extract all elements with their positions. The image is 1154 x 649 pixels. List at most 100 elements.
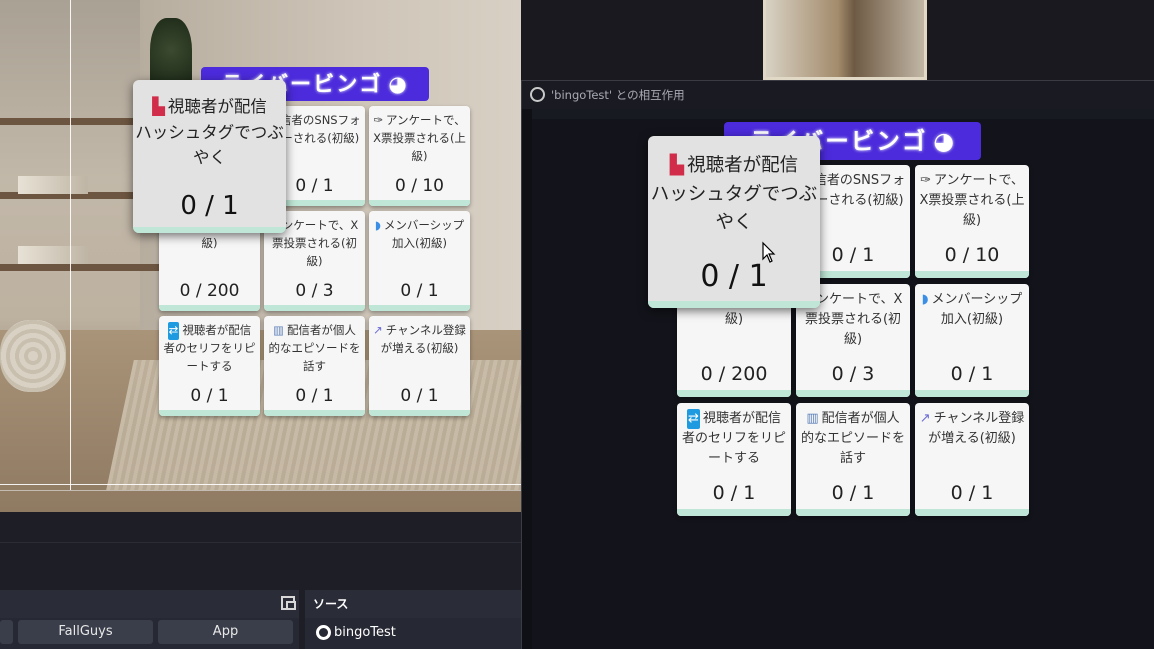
bingo-cell-label: ⇄ 視聴者が配信者のセリフをリピートする — [677, 403, 791, 469]
bingo-cell-label: ⇄ 視聴者が配信者のセリフをリピートする — [159, 316, 260, 375]
bingo-cell-progress-bar — [159, 305, 260, 311]
bingo-cell-count: 0 / 200 — [179, 281, 240, 301]
bingo-cell-count: 0 / 3 — [295, 281, 334, 301]
bingo-cell-label: ✑ アンケートで、X票投票される(上級) — [915, 165, 1029, 231]
boot-icon: ▙ — [152, 97, 165, 116]
repeat-icon: ⇄ — [167, 322, 180, 340]
repeat-icon: ⇄ — [687, 409, 700, 430]
scene-button-fallguys[interactable]: FallGuys — [18, 620, 153, 644]
bingo-cell-progress-bar — [264, 305, 365, 311]
obs-logo-icon — [530, 87, 545, 102]
bingo-cell-label: ◗ メンバーシップ加入(初級) — [915, 284, 1029, 330]
bingo-cell-count: 0 / 1 — [295, 386, 334, 406]
bingo-cell-progress-bar — [796, 509, 910, 516]
popup-count: 0 / 1 — [700, 259, 768, 294]
bingo-cell[interactable]: ✑ アンケートで、X票投票される(上級) 0 / 10 — [915, 165, 1029, 278]
popup-label: ▙ 視聴者が配信ハッシュタグでつぶやく — [133, 80, 286, 171]
scene-button-app[interactable]: App — [158, 620, 293, 644]
bingo-cell-label: ↗ チャンネル登録が増える(初級) — [369, 316, 470, 358]
background-pouf — [0, 320, 66, 392]
book-icon: ▥ — [806, 411, 819, 426]
bingo-cell[interactable]: ▥ 配信者が個人的なエピソードを話す 0 / 1 — [796, 403, 910, 516]
bingo-cell-count: 0 / 200 — [700, 363, 768, 385]
source-item-bingotest[interactable]: bingoTest — [316, 625, 396, 640]
popup-label-line1: 視聴者が配信 — [167, 97, 267, 116]
palette-icon: ◕ — [933, 127, 956, 155]
scenes-panel-header — [0, 590, 299, 618]
bingo-cell-count: 0 / 10 — [395, 176, 444, 196]
shield-icon: ◗ — [374, 218, 381, 232]
bingo-cell[interactable]: ▥ 配信者が個人的なエピソードを話す 0 / 1 — [264, 316, 365, 416]
chart-up-icon: ↗ — [373, 323, 383, 337]
bingo-cell[interactable]: ↗ チャンネル登録が増える(初級) 0 / 1 — [369, 316, 470, 416]
bingo-cell-count: 0 / 1 — [400, 281, 439, 301]
background-right-strip — [521, 0, 1154, 80]
popup-count: 0 / 1 — [180, 191, 239, 221]
bingo-cell-progress-bar — [915, 509, 1029, 516]
boot-icon: ▙ — [669, 155, 685, 176]
browser-source-icon — [316, 625, 331, 640]
bingo-cell-label: ◗ メンバーシップ加入(初級) — [369, 211, 470, 253]
undock-icon[interactable] — [281, 596, 296, 610]
bingo-cell-progress-bar — [915, 390, 1029, 397]
ballot-icon: ✑ — [920, 173, 931, 188]
bingo-cell-label-text: メンバーシップ加入(初級) — [931, 292, 1023, 328]
bingo-cell-progress-bar — [677, 390, 791, 397]
screen: ライバービンゴ ◕ 配信者のSNSフォローされる(初級) 0 / 1 ✑ アンケートで、X… — [0, 0, 1154, 649]
mouse-cursor-icon — [762, 241, 776, 263]
bingo-cell-count: 0 / 1 — [950, 363, 994, 385]
popup-label-line2: ハッシュタグでつぶやく — [135, 122, 284, 168]
bingo-cell[interactable]: ◗ メンバーシップ加入(初級) 0 / 1 — [915, 284, 1029, 397]
book-icon: ▥ — [273, 323, 284, 337]
bingo-cell-label-text: メンバーシップ加入(初級) — [383, 218, 465, 250]
popup-progress-bar — [648, 301, 820, 308]
bingo-cell-label-text: アンケートで、X票投票される(上級) — [373, 113, 466, 163]
bingo-cell-hover-popup[interactable]: ▙ 視聴者が配信 ハッシュタグでつぶやく 0 / 1 — [648, 136, 820, 308]
bingo-cell-label-text: チャンネル登録が増える(初級) — [380, 323, 466, 355]
background-window-frame — [763, 0, 927, 80]
bingo-cell-label: ▥ 配信者が個人的なエピソードを話す — [796, 403, 910, 469]
browser-content-top — [532, 109, 1154, 119]
background-books — [18, 246, 88, 264]
popup-label-line1: 視聴者が配信 — [687, 155, 799, 176]
bingo-cell-label-text: チャンネル登録が増える(初級) — [928, 411, 1025, 447]
bingo-cell[interactable]: ↗ チャンネル登録が増える(初級) 0 / 1 — [915, 403, 1029, 516]
bingo-cell-count: 0 / 1 — [400, 386, 439, 406]
bingo-cell-label: ✑ アンケートで、X票投票される(上級) — [369, 106, 470, 165]
bingo-cell[interactable]: ⇄ 視聴者が配信者のセリフをリピートする 0 / 1 — [159, 316, 260, 416]
bingo-cell-progress-bar — [677, 509, 791, 516]
bingo-cell-count: 0 / 1 — [831, 482, 875, 504]
bingo-cell-progress-bar — [369, 305, 470, 311]
bingo-cell-label-text: アンケートで、X票投票される(上級) — [919, 173, 1025, 229]
divider — [0, 542, 521, 543]
canvas-guide-horizontal — [0, 484, 521, 485]
ballot-icon: ✑ — [373, 113, 384, 127]
bingo-cell-count: 0 / 1 — [950, 482, 994, 504]
bingo-cell-count: 0 / 10 — [944, 244, 1000, 266]
source-item-label: bingoTest — [334, 625, 396, 640]
bingo-cell-hover-popup[interactable]: ▙ 視聴者が配信ハッシュタグでつぶやく 0 / 1 — [133, 80, 286, 233]
bingo-cell-count: 0 / 1 — [190, 386, 229, 406]
canvas-guide-vertical — [70, 0, 71, 490]
bingo-cell[interactable]: ⇄ 視聴者が配信者のセリフをリピートする 0 / 1 — [677, 403, 791, 516]
popup-progress-bar — [133, 227, 286, 233]
window-titlebar[interactable]: 'bingoTest' との相互作用 — [522, 81, 1154, 109]
palette-icon: ◕ — [388, 71, 409, 96]
obs-preview-canvas[interactable]: ライバービンゴ ◕ 配信者のSNSフォローされる(初級) 0 / 1 ✑ アンケートで、X… — [0, 0, 521, 512]
obs-dock: FallGuys App ソース bingoTest — [0, 512, 521, 649]
background-shelf — [0, 264, 160, 271]
sources-panel-header: ソース — [305, 590, 521, 618]
popup-label: ▙ 視聴者が配信 ハッシュタグでつぶやく — [648, 136, 820, 238]
bingo-cell-progress-bar — [369, 200, 470, 206]
bingo-cell[interactable]: ◗ メンバーシップ加入(初級) 0 / 1 — [369, 211, 470, 311]
background-books — [18, 176, 88, 194]
bingo-cell-progress-bar — [264, 410, 365, 416]
bingo-cell-label: ↗ チャンネル登録が増える(初級) — [915, 403, 1029, 449]
scene-button-partial[interactable] — [0, 620, 13, 644]
bingo-cell[interactable]: ✑ アンケートで、X票投票される(上級) 0 / 10 — [369, 106, 470, 206]
bingo-cell-label: ▥ 配信者が個人的なエピソードを話す — [264, 316, 365, 375]
canvas-guide-horizontal — [0, 490, 521, 491]
bingo-cell-count: 0 / 1 — [712, 482, 756, 504]
bingo-cell-progress-bar — [915, 271, 1029, 278]
bingo-cell-progress-bar — [369, 410, 470, 416]
